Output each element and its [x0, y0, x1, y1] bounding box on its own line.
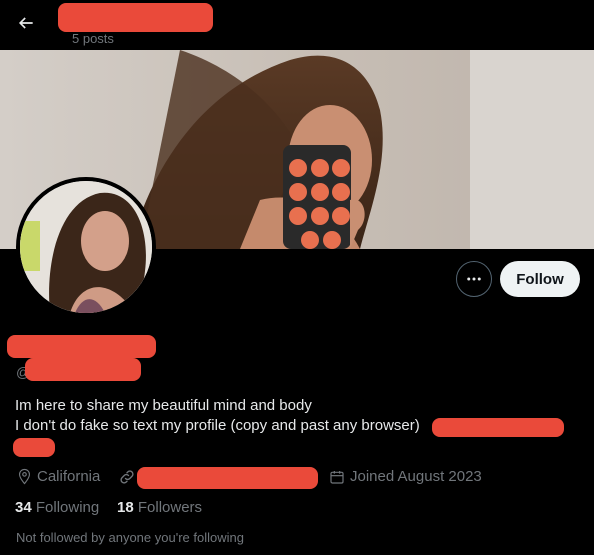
- following-count: 34: [15, 499, 32, 516]
- link-icon: [118, 468, 136, 486]
- mutual-followers-note: Not followed by anyone you're following: [16, 530, 244, 545]
- redacted-bio-link-1: [432, 418, 564, 437]
- redacted-name: [7, 335, 156, 358]
- bio-line-2: I don't do fake so text my profile (copy…: [15, 417, 420, 434]
- following-link[interactable]: 34 Following: [15, 499, 99, 516]
- website[interactable]: [118, 468, 136, 486]
- redacted-bio-link-2: [13, 438, 55, 457]
- calendar-icon: [329, 469, 345, 485]
- followers-link[interactable]: 18 Followers: [117, 499, 202, 516]
- ellipsis-icon[interactable]: [456, 261, 492, 297]
- profile-page: 5 posts Follow @ Im here to share my bea…: [0, 0, 594, 555]
- followers-label: Followers: [137, 499, 203, 516]
- arrow-left-icon[interactable]: [14, 11, 38, 35]
- location-pin-icon: [16, 468, 33, 485]
- location-text: California: [37, 468, 101, 485]
- location: California: [16, 468, 100, 485]
- bio: Im here to share my beautiful mind and b…: [15, 396, 420, 436]
- joined-text: Joined August 2023: [350, 468, 482, 485]
- posts-count: 5 posts: [72, 31, 114, 46]
- avatar[interactable]: [16, 177, 156, 317]
- joined-date: Joined August 2023: [329, 468, 482, 485]
- redacted-website: [137, 467, 318, 489]
- following-label: Following: [35, 499, 100, 516]
- redacted-display-name: [58, 3, 213, 32]
- top-bar: 5 posts: [0, 0, 594, 50]
- followers-count: 18: [117, 499, 134, 516]
- redacted-handle: [25, 358, 141, 381]
- follow-button[interactable]: Follow: [500, 261, 580, 297]
- bio-line-1: Im here to share my beautiful mind and b…: [15, 397, 312, 414]
